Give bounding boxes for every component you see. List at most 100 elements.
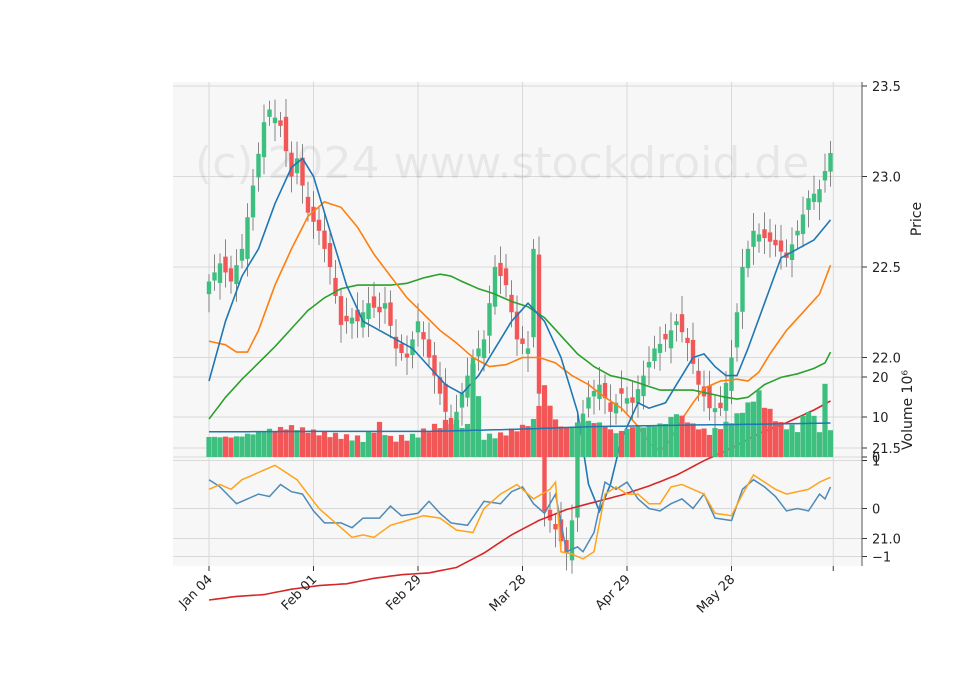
volume-bar <box>448 424 454 457</box>
x-tick-label: May 28 <box>694 572 738 616</box>
volume-bar <box>640 427 647 457</box>
candle-up <box>459 393 465 408</box>
candle-up <box>817 189 822 203</box>
volume-bar <box>272 430 278 457</box>
volume-bar <box>431 423 438 457</box>
volume-tick-label: 20 <box>872 371 889 386</box>
candle-up <box>261 122 267 158</box>
candle-up <box>712 408 718 413</box>
candle-down <box>344 315 349 322</box>
volume-bar <box>371 432 377 457</box>
volume-bar <box>767 408 773 457</box>
volume-bar <box>442 419 449 457</box>
candle-down <box>696 370 701 385</box>
volume-bar <box>349 440 355 457</box>
candle-up <box>487 303 492 336</box>
volume-bar <box>239 436 245 457</box>
price-tick-label: 21.0 <box>872 533 901 548</box>
volume-bar <box>778 422 784 457</box>
volume-bar <box>552 419 559 457</box>
candle-up <box>740 267 745 312</box>
volume-bar <box>332 432 339 457</box>
volume-tick-label: 10 <box>872 411 889 426</box>
candle-down <box>663 333 668 340</box>
volume-axis-label: Volume 10⁶ <box>900 370 916 450</box>
candle-down <box>503 268 509 286</box>
candle-up <box>756 234 762 242</box>
candle-up <box>525 348 531 354</box>
candle-down <box>443 383 448 412</box>
candle-up <box>734 312 740 348</box>
volume-bar <box>503 435 509 457</box>
volume-bar <box>250 434 256 457</box>
candle-down <box>718 402 723 409</box>
volume-bar <box>310 429 317 457</box>
volume-bar <box>646 426 652 457</box>
candle-down <box>338 296 344 325</box>
candle-up <box>239 248 245 261</box>
volume-bar <box>327 437 333 457</box>
volume-bar <box>338 438 344 457</box>
volume-bar <box>750 401 757 457</box>
candle-down <box>228 268 234 282</box>
candle-down <box>685 337 690 344</box>
volume-bar <box>530 418 537 457</box>
volume-bar <box>508 428 515 457</box>
candle-up <box>674 321 679 325</box>
volume-bar <box>706 434 713 457</box>
candle-up <box>657 343 663 353</box>
volume-bar <box>459 428 465 457</box>
volume-bar <box>486 433 493 457</box>
candle-up <box>217 263 223 284</box>
volume-bar <box>734 413 740 457</box>
candle-up <box>234 265 239 284</box>
volume-bar <box>222 436 229 457</box>
candle-down <box>520 338 525 344</box>
volume-bar <box>360 441 366 457</box>
candle-up <box>245 217 250 259</box>
price-tick-label: 22.0 <box>872 352 901 367</box>
candle-up <box>366 303 371 320</box>
volume-bar <box>211 436 218 457</box>
candle-down <box>619 388 624 394</box>
volume-bar <box>541 385 548 457</box>
volume-bar <box>805 412 812 457</box>
candle-up <box>492 267 498 307</box>
oscillator-tick-label: 0 <box>872 503 880 518</box>
volume-bar <box>607 429 614 457</box>
volume-bar <box>827 430 834 457</box>
volume-bar <box>745 402 751 457</box>
volume-bar <box>475 396 482 457</box>
volume-bar <box>437 428 443 457</box>
candle-down <box>289 152 294 177</box>
candle-down <box>762 229 767 239</box>
volume-bar <box>382 435 388 457</box>
volume-bar <box>673 414 680 457</box>
candle-up <box>481 339 487 359</box>
volume-bar <box>629 427 636 457</box>
candle-down <box>327 243 333 267</box>
candle-down <box>679 314 685 333</box>
candle-up <box>212 272 217 281</box>
candle-down <box>536 254 542 394</box>
candle-up <box>806 198 811 210</box>
volume-bar <box>800 415 806 457</box>
volume-bar <box>569 427 575 457</box>
volume-bar <box>563 427 570 457</box>
volume-bar <box>376 421 383 457</box>
volume-bar <box>712 427 718 457</box>
x-tick-label: Jan 04 <box>176 572 216 612</box>
volume-bar <box>415 437 421 457</box>
x-tick-label: Mar 28 <box>487 572 530 615</box>
volume-bar <box>294 430 300 457</box>
volume-bar <box>613 433 619 457</box>
candle-down <box>773 239 778 246</box>
candle-up <box>256 153 261 178</box>
candle-down <box>278 120 283 126</box>
candle-down <box>377 306 382 313</box>
volume-bar <box>591 423 597 457</box>
volume-bar <box>426 432 432 457</box>
volume-bar <box>288 425 295 457</box>
candle-up <box>729 357 734 391</box>
candle-down <box>553 524 558 530</box>
